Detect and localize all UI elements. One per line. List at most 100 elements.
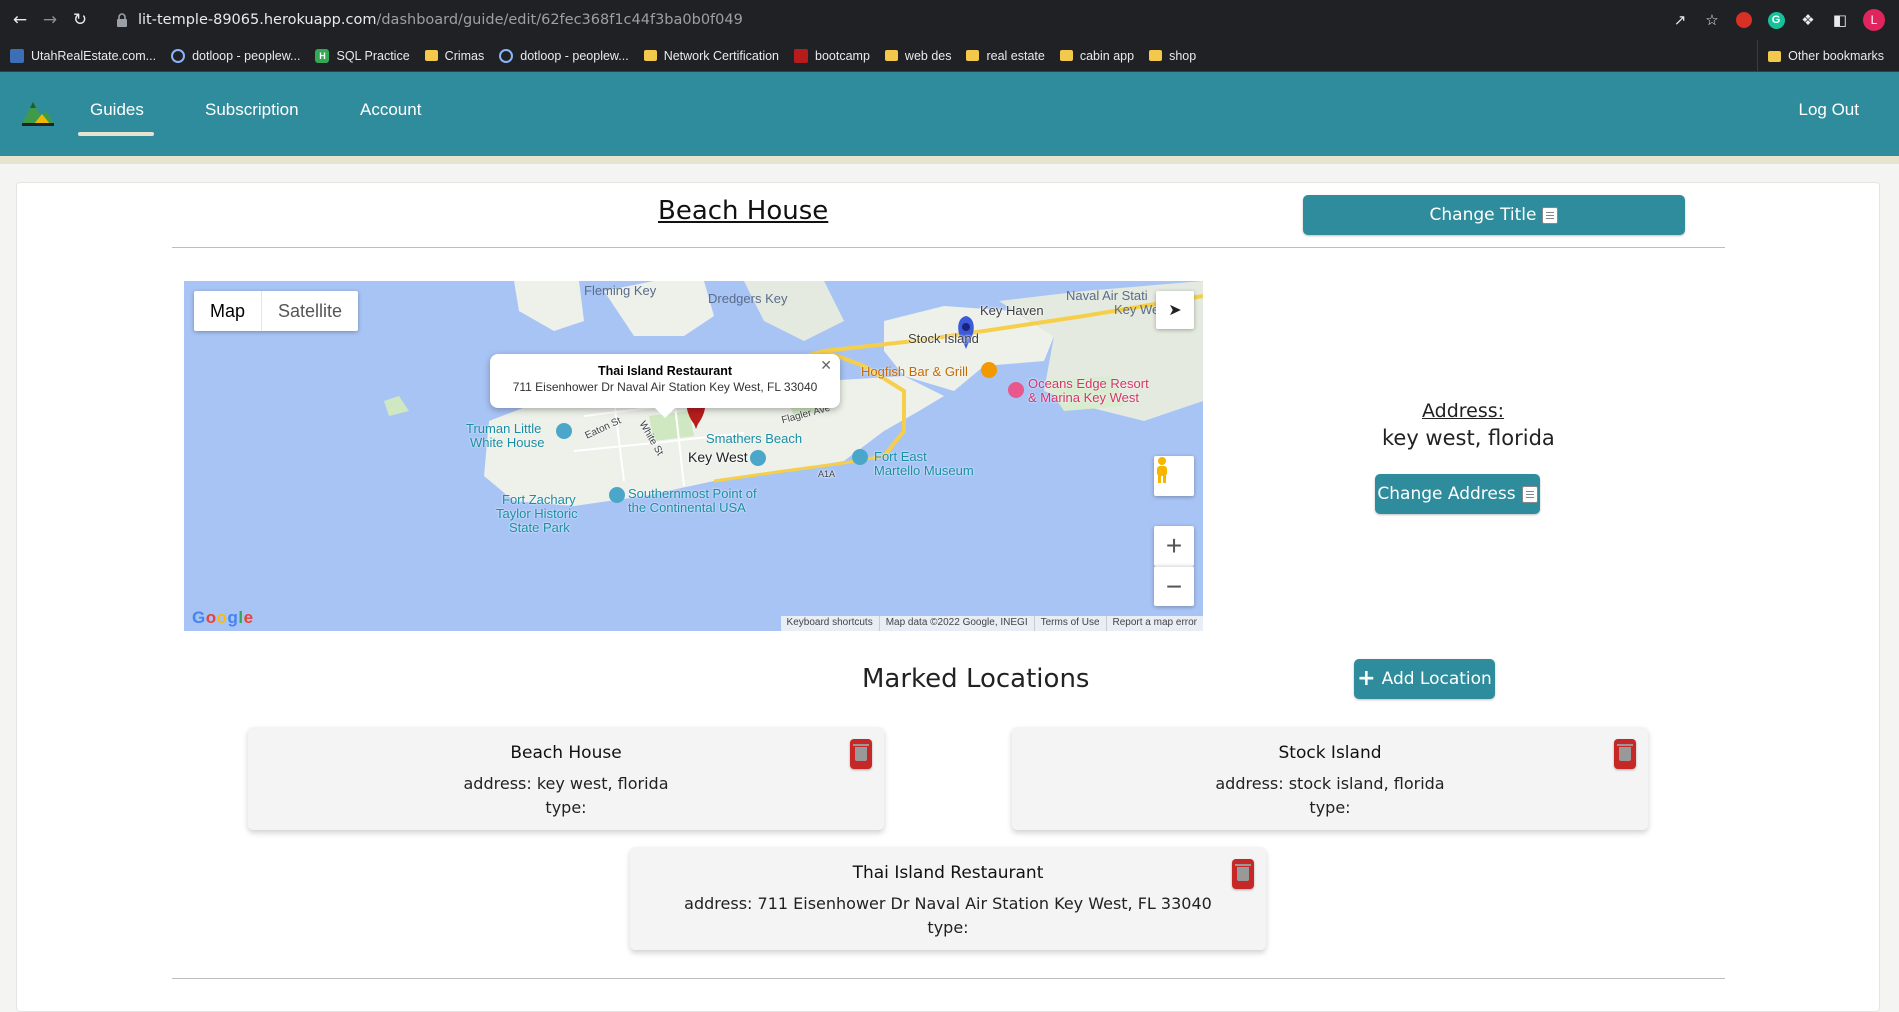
- delete-location-button[interactable]: [1232, 859, 1254, 889]
- location-card: Thai Island Restaurant address: 711 Eise…: [630, 847, 1266, 950]
- nav-subscription[interactable]: Subscription: [205, 100, 299, 120]
- google-logo: Google: [192, 608, 254, 627]
- location-card: Beach House address: key west, florida t…: [248, 727, 884, 830]
- bookmark-utahrealestate[interactable]: UtahRealEstate.com...: [10, 48, 156, 63]
- close-icon[interactable]: ✕: [820, 357, 832, 374]
- bookmark-bootcamp[interactable]: bootcamp: [794, 48, 870, 63]
- location-address: address: stock island, florida: [1215, 774, 1445, 793]
- bookmark-sql-practice[interactable]: H SQL Practice: [315, 48, 410, 63]
- map-label: & Marina Key West: [1028, 390, 1140, 405]
- extension-red-icon[interactable]: [1735, 11, 1753, 29]
- address-bar[interactable]: lit-temple-89065.herokuapp.com/dashboard…: [106, 4, 1796, 36]
- map-label: Fort East: [874, 449, 927, 464]
- browser-toolbar: ← → ↻ lit-temple-89065.herokuapp.com/das…: [0, 0, 1899, 40]
- bookmark-web-des[interactable]: web des: [884, 49, 951, 63]
- other-bookmarks[interactable]: Other bookmarks: [1757, 40, 1884, 72]
- info-window-title: Thai Island Restaurant: [597, 364, 733, 378]
- delete-location-button[interactable]: [1614, 739, 1636, 769]
- change-title-button[interactable]: Change Title: [1303, 195, 1685, 235]
- pegman-svg: [1157, 457, 1167, 483]
- extensions-puzzle-icon[interactable]: ❖: [1799, 11, 1817, 29]
- site-icon: [10, 48, 24, 63]
- address-value: key west, florida: [1382, 426, 1555, 450]
- folder-icon: [643, 50, 657, 61]
- bookmark-cabin-app[interactable]: cabin app: [1059, 49, 1134, 63]
- map-label: Naval Air Stati: [1066, 288, 1148, 303]
- nav-guides[interactable]: Guides: [90, 100, 144, 120]
- location-name: Thai Island Restaurant: [852, 863, 1044, 883]
- folder-icon: [1059, 50, 1073, 61]
- my-location-icon[interactable]: ➤: [1156, 291, 1194, 329]
- trash-icon: [853, 744, 869, 761]
- profile-avatar[interactable]: L: [1863, 9, 1885, 31]
- lock-icon: [117, 13, 127, 27]
- folder-icon: [424, 50, 438, 61]
- reload-icon[interactable]: ↻: [70, 10, 90, 30]
- bookmark-dotloop[interactable]: dotloop - peoplew...: [171, 48, 300, 63]
- bookmark-crimas[interactable]: Crimas: [424, 49, 484, 63]
- url-path: /dashboard/guide/edit/62fec368f1c44f3ba0…: [376, 12, 743, 28]
- keyboard-shortcuts-link[interactable]: Keyboard shortcuts: [781, 616, 879, 631]
- map-label: Oceans Edge Resort: [1028, 376, 1149, 391]
- dotloop-icon: [499, 48, 514, 63]
- memo-edit-icon: [1542, 206, 1559, 224]
- bookmark-network-certification[interactable]: Network Certification: [643, 49, 779, 63]
- sql-practice-icon: H: [315, 48, 330, 63]
- bookmark-star-icon[interactable]: ☆: [1703, 11, 1721, 29]
- map-label: Taylor Historic: [496, 506, 578, 521]
- memo-edit-icon: [1521, 485, 1538, 503]
- satellite-tab[interactable]: Satellite: [261, 291, 358, 331]
- bookmark-shop[interactable]: shop: [1149, 49, 1196, 63]
- map-label: Hogfish Bar & Grill: [861, 364, 968, 379]
- bookmark-real-estate[interactable]: real estate: [966, 49, 1045, 63]
- location-type: type:: [927, 918, 969, 937]
- location-type: type:: [545, 798, 587, 817]
- bottom-divider: [172, 978, 1725, 979]
- map-footer: Keyboard shortcuts Map data ©2022 Google…: [780, 616, 1203, 631]
- address-label: Address:: [1422, 400, 1505, 422]
- location-name: Stock Island: [1278, 743, 1382, 763]
- forward-icon[interactable]: →: [40, 10, 60, 30]
- delete-location-button[interactable]: [850, 739, 872, 769]
- zoom-out-icon[interactable]: −: [1154, 566, 1194, 606]
- bookmarks-bar: UtahRealEstate.com... dotloop - peoplew.…: [0, 40, 1899, 72]
- location-address: address: key west, florida: [463, 774, 669, 793]
- add-location-button[interactable]: + Add Location: [1354, 659, 1495, 699]
- zoom-in-icon[interactable]: +: [1154, 526, 1194, 566]
- page-title: Beach House: [658, 196, 829, 226]
- google-map[interactable]: Map Satellite Fleming Key Dredgers Key N…: [184, 281, 1203, 631]
- university-icon: [794, 48, 809, 63]
- folder-icon: [966, 50, 980, 61]
- map-label: Fleming Key: [584, 283, 657, 298]
- dotloop-icon: [171, 48, 186, 63]
- app-header: Guides Subscription Account Log Out: [0, 72, 1899, 164]
- map-label: Key West: [688, 449, 748, 465]
- terms-link[interactable]: Terms of Use: [1033, 616, 1106, 631]
- logout-link[interactable]: Log Out: [1799, 100, 1860, 120]
- nav-account[interactable]: Account: [360, 100, 421, 120]
- side-panel-icon[interactable]: ◧: [1831, 11, 1849, 29]
- map-label: A1A: [818, 469, 836, 479]
- bookmark-dotloop-2[interactable]: dotloop - peoplew...: [499, 48, 629, 63]
- mountain-logo-icon[interactable]: [20, 92, 56, 128]
- report-error-link[interactable]: Report a map error: [1105, 616, 1203, 631]
- folder-icon: [884, 50, 898, 61]
- grammarly-icon[interactable]: G: [1767, 11, 1785, 29]
- map-type-toggle: Map Satellite: [194, 291, 359, 331]
- map-info-window[interactable]: Thai Island Restaurant 711 Eisenhower Dr…: [490, 354, 840, 418]
- map-tab[interactable]: Map: [194, 291, 261, 331]
- change-address-button[interactable]: Change Address: [1375, 474, 1540, 514]
- map-label: Stock Island: [908, 331, 979, 346]
- street-view-pegman-icon[interactable]: [1154, 456, 1194, 496]
- info-window-address: 711 Eisenhower Dr Naval Air Station Key …: [512, 380, 818, 394]
- map-label: State Park: [509, 520, 570, 535]
- location-name: Beach House: [510, 743, 622, 763]
- trash-icon: [1617, 744, 1633, 761]
- map-label: the Continental USA: [628, 500, 746, 515]
- back-icon[interactable]: ←: [10, 10, 30, 30]
- share-icon[interactable]: ↗: [1671, 11, 1689, 29]
- location-card: Stock Island address: stock island, flor…: [1012, 727, 1648, 830]
- location-address: address: 711 Eisenhower Dr Naval Air Sta…: [684, 894, 1212, 913]
- folder-icon: [1149, 50, 1163, 61]
- marked-locations-heading: Marked Locations: [862, 664, 1090, 694]
